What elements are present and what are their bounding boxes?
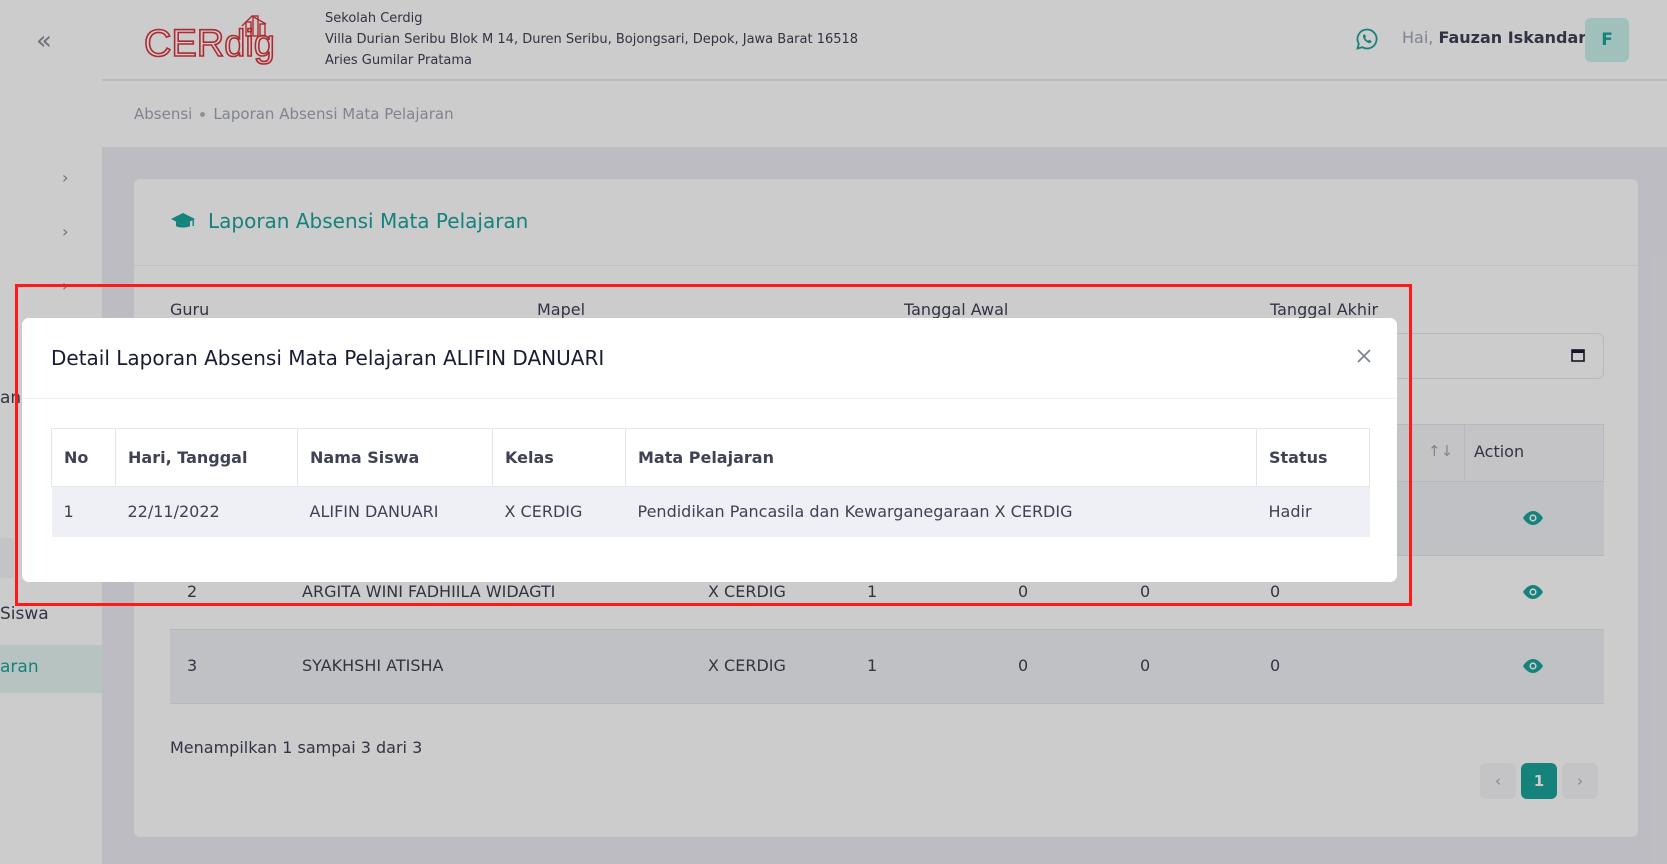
highlight-box [15,284,1412,606]
